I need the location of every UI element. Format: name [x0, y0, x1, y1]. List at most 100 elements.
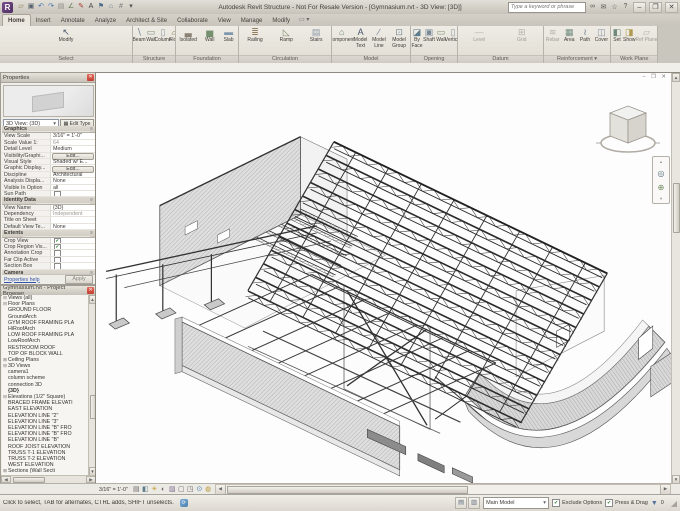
search-input[interactable]	[508, 2, 586, 13]
ribbon-button[interactable]: ◪ By Face	[411, 27, 423, 49]
ribbon-panel-label[interactable]: Circulation	[239, 55, 331, 63]
customize-qat-icon[interactable]: ▾	[126, 2, 136, 12]
ribbon-button[interactable]: ▱ Ref Plane	[636, 27, 658, 44]
close-icon[interactable]: ✕	[87, 287, 94, 294]
scroll-left-icon[interactable]: ◀	[1, 476, 11, 483]
ribbon-tab[interactable]: Architect & Site	[121, 15, 172, 26]
press-drag-checkbox[interactable]: ✔ Press & Drag	[605, 499, 648, 507]
close-icon[interactable]: ✕	[87, 74, 94, 81]
ribbon-button[interactable]: ▬ Slab	[223, 27, 235, 44]
save-icon[interactable]: ▣	[26, 2, 36, 12]
steering-wheel-icon[interactable]: ◎	[658, 169, 665, 178]
ribbon-button[interactable]: ▤ Stairs	[310, 27, 323, 44]
resize-grip[interactable]: ◢	[671, 499, 677, 508]
redo-icon[interactable]: ↷	[46, 2, 56, 12]
ribbon-button[interactable]: ◧ Set	[611, 27, 623, 44]
design-options-icon[interactable]: ▥	[468, 497, 480, 509]
tree-item[interactable]: ⊞ Sections (Wall Secti	[2, 468, 89, 474]
properties-title-bar[interactable]: Properties ✕	[1, 73, 96, 83]
ribbon-button[interactable]: ≣ Railing	[247, 27, 262, 44]
help-icon[interactable]: ?	[621, 3, 630, 11]
undo-icon[interactable]: ↶	[36, 2, 46, 12]
application-menu-button[interactable]: R	[2, 2, 13, 13]
ribbon-button[interactable]: ▱ Floor	[169, 27, 175, 44]
visual-style-icon[interactable]: ◧	[141, 485, 150, 494]
browser-horizontal-scrollbar[interactable]: ◀ ▶	[1, 475, 96, 483]
text-icon[interactable]: A	[86, 2, 96, 12]
ribbon-button[interactable]: ◺ Ramp	[280, 27, 293, 44]
scroll-right-icon[interactable]: ▶	[660, 485, 670, 494]
ribbon-tab[interactable]: View	[213, 15, 236, 26]
ribbon-state-toggle[interactable]: ▭ ▾	[299, 14, 309, 26]
default-3d-view-icon[interactable]: ⌂	[106, 2, 116, 12]
open-icon[interactable]: ▱	[16, 2, 26, 12]
ribbon-tab[interactable]: Manage	[236, 15, 268, 26]
show-rendering-icon[interactable]: ▨	[168, 485, 177, 494]
temporary-hide-icon[interactable]: ⊙	[195, 485, 204, 494]
restore-button[interactable]: ❐	[649, 2, 662, 13]
ribbon-button[interactable]: ↖ Modify	[59, 27, 74, 44]
reveal-hidden-icon[interactable]: ◍	[204, 485, 213, 494]
ribbon-tab[interactable]: Home	[2, 14, 31, 26]
ribbon-button[interactable]: ◫ Cover	[595, 27, 608, 44]
ribbon-panel-label[interactable]: Foundation	[176, 55, 238, 63]
ribbon-panel-label[interactable]: Work Plane	[611, 55, 657, 63]
detail-level-icon[interactable]: ▤	[132, 485, 141, 494]
zoom-icon[interactable]: ⊕	[658, 183, 665, 192]
ribbon-button[interactable]: A Model Text	[352, 27, 370, 49]
apply-button[interactable]: Apply	[65, 275, 93, 284]
ribbon-button[interactable]: ≀ Path	[579, 27, 591, 44]
favorites-star-icon[interactable]: ☆	[610, 3, 619, 11]
ribbon-button[interactable]: ≋ Rebar	[546, 27, 560, 44]
property-row[interactable]: Extents	[2, 230, 95, 237]
ribbon-button[interactable]: ▯ Vertical	[447, 27, 457, 44]
modify-pencil-icon[interactable]: ✎	[76, 2, 86, 12]
gymnasium-3d-model[interactable]	[96, 73, 672, 489]
view-cube[interactable]	[592, 99, 662, 161]
tag-icon[interactable]: ⚑	[96, 2, 106, 12]
minimize-button[interactable]: –	[633, 2, 646, 13]
ribbon-panel-label[interactable]: Structure	[133, 55, 175, 63]
drawing-area[interactable]: – ❐ ✕ ▴ ◎ ⊕ ▾ ▲ ▼	[95, 72, 680, 484]
show-crop-icon[interactable]: ◳	[186, 485, 195, 494]
ribbon-button[interactable]: ▯ Column	[157, 27, 169, 44]
ribbon-button[interactable]: ∕ Model Line	[370, 27, 388, 49]
ribbon-button[interactable]: ▃ Isolated	[179, 27, 197, 44]
ribbon-button[interactable]: ◨ Show	[623, 27, 636, 44]
communication-center-icon[interactable]: ✉	[599, 3, 608, 11]
property-row[interactable]: Identity Data	[2, 197, 95, 204]
ribbon-panel-label[interactable]: Datum	[458, 55, 543, 63]
navbar-expand-icon[interactable]: ▾	[660, 197, 662, 201]
sun-path-icon[interactable]: ☀	[150, 485, 159, 494]
exclude-options-checkbox[interactable]: ✔ Exclude Options	[552, 499, 602, 507]
scroll-left-icon[interactable]: ◀	[216, 485, 226, 494]
ribbon-tab[interactable]: Collaborate	[172, 15, 213, 26]
navigation-bar[interactable]: ▴ ◎ ⊕ ▾	[652, 156, 670, 204]
ribbon-tab[interactable]: Insert	[31, 15, 56, 26]
scale-control[interactable]: 3/16" = 1'-0"	[97, 487, 130, 493]
ribbon-button[interactable]: ▦ Area	[563, 27, 575, 44]
view-window-controls[interactable]: – ❐ ✕	[642, 74, 668, 80]
ribbon-panel-label[interactable]: Select	[0, 55, 132, 63]
properties-help-link[interactable]: Properties help	[4, 277, 40, 283]
ribbon-button[interactable]: ⊡ Model Group	[388, 27, 410, 49]
ribbon-button[interactable]: ∖ Beam	[133, 27, 145, 44]
status-icon[interactable]: ⟳	[180, 499, 188, 507]
ribbon-panel-label[interactable]: Reinforcement ▾	[544, 55, 610, 63]
close-button[interactable]: ✕	[665, 2, 678, 13]
ribbon-panel-label[interactable]: Model	[332, 55, 410, 63]
property-row[interactable]: Graphics	[2, 126, 95, 133]
filter-icon[interactable]: ▼	[651, 500, 658, 507]
worksets-icon[interactable]: ▤	[455, 497, 467, 509]
ribbon-button[interactable]: ▣ Shaft	[423, 27, 435, 44]
ribbon-button[interactable]: ⌂ Component	[332, 27, 352, 44]
measure-icon[interactable]: ∠	[66, 2, 76, 12]
navbar-collapse-icon[interactable]: ▴	[660, 160, 662, 164]
shadows-icon[interactable]: ◐	[159, 485, 168, 494]
ribbon-button[interactable]: ⊞ Grid	[516, 27, 528, 44]
ribbon-button[interactable]: — Level	[473, 27, 485, 44]
ribbon-tab[interactable]: Modify	[267, 15, 295, 26]
crop-view-icon[interactable]: ▢	[177, 485, 186, 494]
canvas-vertical-scrollbar[interactable]: ▲ ▼	[671, 73, 680, 484]
ribbon-panel-label[interactable]: Opening	[411, 55, 457, 63]
